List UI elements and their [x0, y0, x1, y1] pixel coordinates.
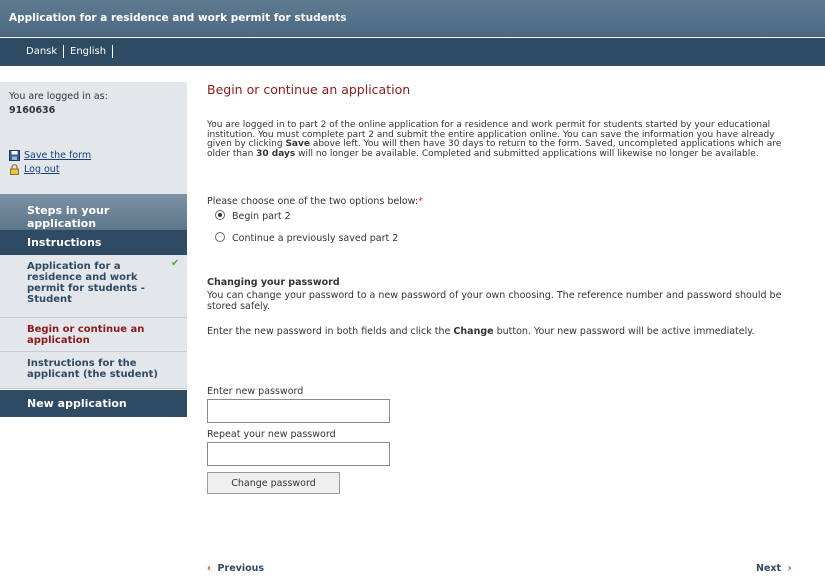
instructions-label: Instructions	[27, 236, 102, 249]
language-bar: Dansk English	[0, 38, 825, 66]
option-label: Continue a previously saved part 2	[232, 233, 399, 244]
language-separator	[112, 45, 113, 58]
logged-in-label: You are logged in as:	[9, 91, 108, 102]
title-bar: Application for a residence and work per…	[0, 0, 825, 37]
password-instructions: Enter the new password in both fields an…	[207, 326, 807, 337]
save-form-label: Save the form	[24, 150, 92, 161]
new-password-label: Enter new password	[207, 386, 304, 397]
choose-option-label: Please choose one of the two options bel…	[207, 196, 423, 207]
option-label: Begin part 2	[232, 211, 291, 222]
sidebar-step-instructions-applicant[interactable]: Instructions for the applicant (the stud…	[0, 352, 187, 389]
password-section-title: Changing your password	[207, 277, 340, 288]
language-english-link[interactable]: English	[70, 46, 106, 57]
save-form-link[interactable]: Save the form	[9, 150, 91, 161]
intro-text: You are logged in to part 2 of the onlin…	[207, 120, 800, 159]
radio-button-begin[interactable]	[215, 210, 225, 220]
previous-button[interactable]: ‹ Previous	[207, 563, 264, 574]
intro-text-bold: Save	[285, 139, 310, 149]
intro-text-part: will no longer be available. Completed a…	[295, 148, 759, 159]
intro-text-bold: 30 days	[256, 148, 296, 159]
password-instructions-part: button. Your new password will be active…	[493, 326, 755, 337]
new-application-label: New application	[27, 397, 127, 410]
repeat-password-label: Repeat your new password	[207, 429, 336, 440]
main-content: Begin or continue an application You are…	[207, 66, 807, 581]
sidebar-step-begin-or-continue[interactable]: Begin or continue an application	[0, 318, 187, 352]
steps-heading-label: Steps in your application	[27, 204, 110, 230]
password-instructions-part: Enter the new password in both fields an…	[207, 326, 454, 337]
step-label: Instructions for the applicant (the stud…	[27, 358, 158, 380]
sidebar-item-instructions[interactable]: Instructions	[0, 230, 187, 255]
password-section-text: You can change your password to a new pa…	[207, 290, 782, 312]
step-label: Begin or continue an application	[27, 324, 145, 346]
chevron-right-icon: ›	[787, 563, 792, 574]
user-id: 9160636	[9, 105, 56, 116]
next-label: Next	[756, 563, 782, 574]
required-asterisk: *	[418, 196, 423, 207]
chevron-left-icon: ‹	[207, 563, 211, 574]
language-dansk-link[interactable]: Dansk	[26, 46, 57, 57]
radio-button-continue[interactable]	[215, 232, 225, 242]
page-header-title: Application for a residence and work per…	[9, 12, 347, 24]
option-continue-saved[interactable]: Continue a previously saved part 2	[215, 232, 399, 244]
change-password-button[interactable]: Change password	[207, 472, 340, 494]
sidebar-step-student-application[interactable]: Application for a residence and work per…	[0, 255, 187, 318]
sidebar: You are logged in as: 9160636 Save the f…	[0, 66, 187, 581]
password-instructions-bold: Change	[453, 326, 494, 337]
previous-label: Previous	[217, 563, 265, 574]
save-icon	[9, 150, 20, 161]
page-title: Begin or continue an application	[207, 82, 411, 97]
choose-option-text: Please choose one of the two options bel…	[207, 196, 419, 207]
new-password-field[interactable]	[207, 399, 390, 423]
checkmark-icon: ✔	[171, 258, 180, 269]
repeat-password-field[interactable]	[207, 442, 390, 466]
step-label: Application for a residence and work per…	[27, 261, 145, 305]
option-begin-part-2[interactable]: Begin part 2	[215, 210, 291, 222]
next-button[interactable]: Next ›	[756, 563, 792, 574]
new-application-button[interactable]: New application	[0, 390, 187, 417]
lock-icon	[10, 164, 19, 175]
log-out-link[interactable]: Log out	[9, 164, 60, 175]
language-separator	[63, 45, 64, 58]
log-out-label: Log out	[24, 164, 60, 175]
steps-heading: Steps in your application	[0, 194, 187, 230]
